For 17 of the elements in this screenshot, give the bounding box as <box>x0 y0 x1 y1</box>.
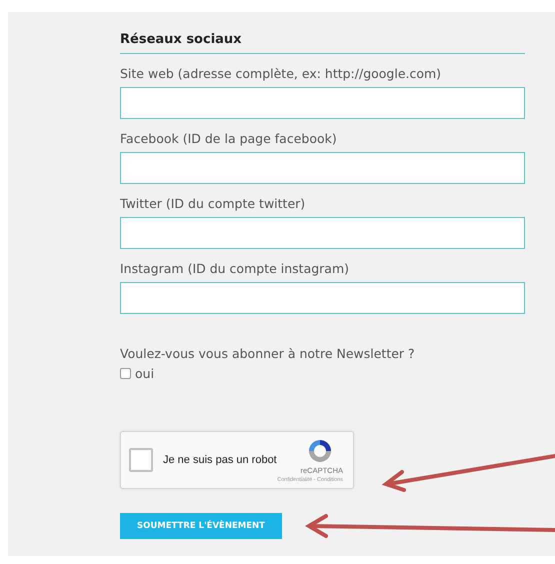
field-label: Site web (adresse complète, ex: http://google.com) <box>120 66 442 81</box>
input-field[interactable] <box>120 282 525 314</box>
newsletter-checkbox[interactable] <box>120 368 131 379</box>
captcha-label: Je ne suis pas un robot <box>163 454 277 466</box>
section-title: Réseaux sociaux <box>120 32 525 54</box>
input-field[interactable] <box>120 152 525 184</box>
input-field[interactable] <box>120 87 525 119</box>
submit-button[interactable]: SOUMETTRE L'ÉVÈNEMENT <box>120 513 282 539</box>
newsletter-question: Voulez-vous vous abonner à notre Newsletter ? <box>120 346 416 361</box>
captcha-checkbox[interactable] <box>129 448 153 472</box>
checkbox-label: oui <box>135 366 154 381</box>
field-label: Instagram (ID du compte instagram) <box>120 261 350 276</box>
input-field[interactable] <box>120 217 525 249</box>
recaptcha-icon <box>307 438 333 464</box>
field-label: Twitter (ID du compte twitter) <box>120 196 306 211</box>
arrow-icon <box>303 513 555 541</box>
field-label: Facebook (ID de la page facebook) <box>120 131 338 146</box>
